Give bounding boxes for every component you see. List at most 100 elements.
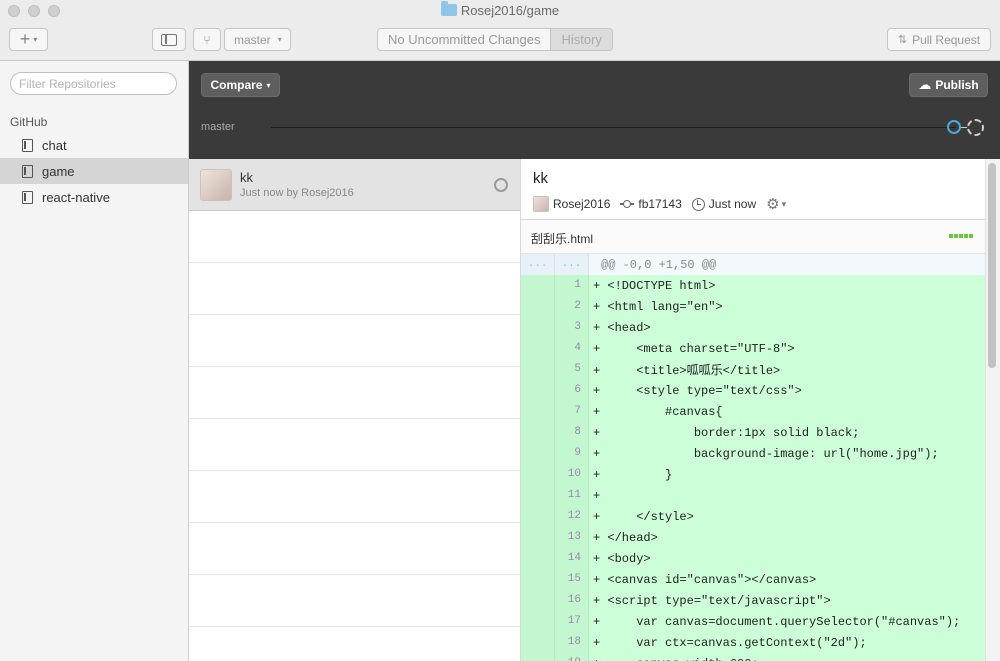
file-header[interactable]: 刮刮乐.html: [521, 219, 985, 254]
toggle-sidebar-button[interactable]: [152, 28, 186, 51]
code-text: + <meta charset="UTF-8">: [593, 341, 795, 356]
diff-hunk-header: ... ... @@ -0,0 +1,50 @@: [521, 254, 985, 275]
empty-row: [189, 523, 520, 575]
pull-request-button[interactable]: ⇅ Pull Request: [887, 28, 991, 51]
old-line-number: [521, 401, 555, 422]
new-line-number: 6: [555, 380, 589, 401]
new-line-number: 13: [555, 527, 589, 548]
sidebar-item-chat[interactable]: chat: [0, 132, 188, 158]
commit-icon: [620, 200, 635, 208]
new-line-number: 3: [555, 317, 589, 338]
diff-line: 3 + <head>: [521, 317, 985, 338]
sha-item[interactable]: fb17143: [620, 197, 682, 211]
filter-repositories-input[interactable]: [10, 72, 177, 95]
new-line-number: 17: [555, 611, 589, 632]
empty-row: [189, 471, 520, 523]
commit-time: Just now: [708, 197, 757, 211]
chevron-down-icon: ▾: [33, 35, 38, 44]
old-line-number: [521, 275, 555, 296]
diff-line: 14 + <body>: [521, 548, 985, 569]
settings-menu[interactable]: ⚙ ▾: [766, 195, 786, 213]
diff-line: 1 + <!DOCTYPE html>: [521, 275, 985, 296]
old-line-number: [521, 506, 555, 527]
empty-row: [189, 575, 520, 627]
new-line-number: 19: [555, 653, 589, 661]
commit-status-icon: [494, 178, 508, 192]
code-text: + border:1px solid black;: [593, 425, 860, 440]
old-line-number: [521, 443, 555, 464]
old-line-number: [521, 359, 555, 380]
scrollbar-thumb[interactable]: [988, 163, 996, 368]
code-text: + <body>: [593, 551, 651, 566]
timeline: [271, 127, 956, 128]
avatar: [533, 196, 549, 212]
code-text: + background-image: url("home.jpg");: [593, 446, 939, 461]
code-text: + <head>: [593, 320, 651, 335]
commit-title: kk: [240, 170, 253, 185]
code-text: + </style>: [593, 509, 694, 524]
old-line-number: [521, 485, 555, 506]
timeline-uncommitted-node[interactable]: [967, 119, 984, 136]
old-line-number: [521, 548, 555, 569]
empty-row: [189, 419, 520, 471]
new-line-number: 1: [555, 275, 589, 296]
tab-history[interactable]: History: [550, 29, 612, 50]
code-text: + var canvas=document.querySelector("#ca…: [593, 614, 961, 629]
repo-label: game: [42, 163, 75, 179]
diff-line: 6 + <style type="text/css">: [521, 380, 985, 401]
branch-icon: ⑂: [203, 32, 211, 47]
code-text: + <canvas id="canvas"></canvas>: [593, 572, 817, 587]
code-text: + </head>: [593, 530, 658, 545]
sidebar-icon: [161, 33, 177, 46]
code-text: + canvas.width=600;: [589, 657, 759, 661]
repo-label: react-native: [42, 189, 110, 205]
old-line-number: [521, 464, 555, 485]
commit-meta: Just now by Rosej2016: [240, 187, 354, 199]
new-line-number: 5: [555, 359, 589, 380]
create-branch-button[interactable]: ⑂: [193, 28, 221, 51]
old-line-number: [521, 527, 555, 548]
compare-button[interactable]: Compare ▾: [201, 73, 280, 97]
timeline-commit-node[interactable]: [947, 120, 961, 134]
diff-line: 7 + #canvas{: [521, 401, 985, 422]
commit-row[interactable]: kk Just now by Rosej2016: [189, 159, 520, 211]
diff-line: 19+ canvas.width=600;: [521, 653, 985, 661]
code-text: + <style type="text/css">: [593, 383, 802, 398]
branch-header: Compare ▾ ☁ Publish master: [189, 61, 1000, 159]
pull-request-label: Pull Request: [912, 32, 981, 47]
new-line-number: 12: [555, 506, 589, 527]
old-line-number: [521, 590, 555, 611]
old-line-number: [521, 611, 555, 632]
code-text: + var ctx=canvas.getContext("2d");: [593, 635, 867, 650]
code-text: + <title>呱呱乐</title>: [593, 364, 781, 378]
diff-line: 2 + <html lang="en">: [521, 296, 985, 317]
window-title-text: Rosej2016/game: [460, 3, 560, 18]
commit-detail-meta: Rosej2016 fb17143 Just now ⚙ ▾: [533, 195, 796, 213]
tab-uncommitted-changes[interactable]: No Uncommitted Changes: [378, 29, 551, 50]
pull-request-icon: ⇅: [897, 34, 908, 46]
branch-select[interactable]: master ▾: [224, 28, 291, 51]
new-line-number: 2: [555, 296, 589, 317]
plus-icon: +: [19, 29, 31, 49]
old-line-number: [521, 569, 555, 590]
diff-line: 11 +: [521, 485, 985, 506]
diff-line: 8 + border:1px solid black;: [521, 422, 985, 443]
code-text: +: [593, 488, 601, 503]
code-text: + <!DOCTYPE html>: [593, 278, 716, 293]
diff-line: 4 + <meta charset="UTF-8">: [521, 338, 985, 359]
branch-select-label: master: [234, 32, 271, 47]
repo-icon: [22, 138, 33, 152]
publish-button[interactable]: ☁ Publish: [909, 73, 988, 97]
diff-line: 5 + <title>呱呱乐</title>: [521, 359, 985, 380]
diff-line: 12 + </style>: [521, 506, 985, 527]
add-repository-button[interactable]: + ▾: [9, 28, 48, 51]
old-line-number: [521, 653, 555, 661]
old-line-number: [521, 632, 555, 653]
new-line-number: 15: [555, 569, 589, 590]
sidebar-item-react-native[interactable]: react-native: [0, 184, 188, 210]
new-line-number: 8: [555, 422, 589, 443]
sidebar-item-game[interactable]: game: [0, 158, 188, 184]
author-item: Rosej2016: [533, 196, 610, 212]
diff-line: 9 + background-image: url("home.jpg");: [521, 443, 985, 464]
diff-line: 15 + <canvas id="canvas"></canvas>: [521, 569, 985, 590]
